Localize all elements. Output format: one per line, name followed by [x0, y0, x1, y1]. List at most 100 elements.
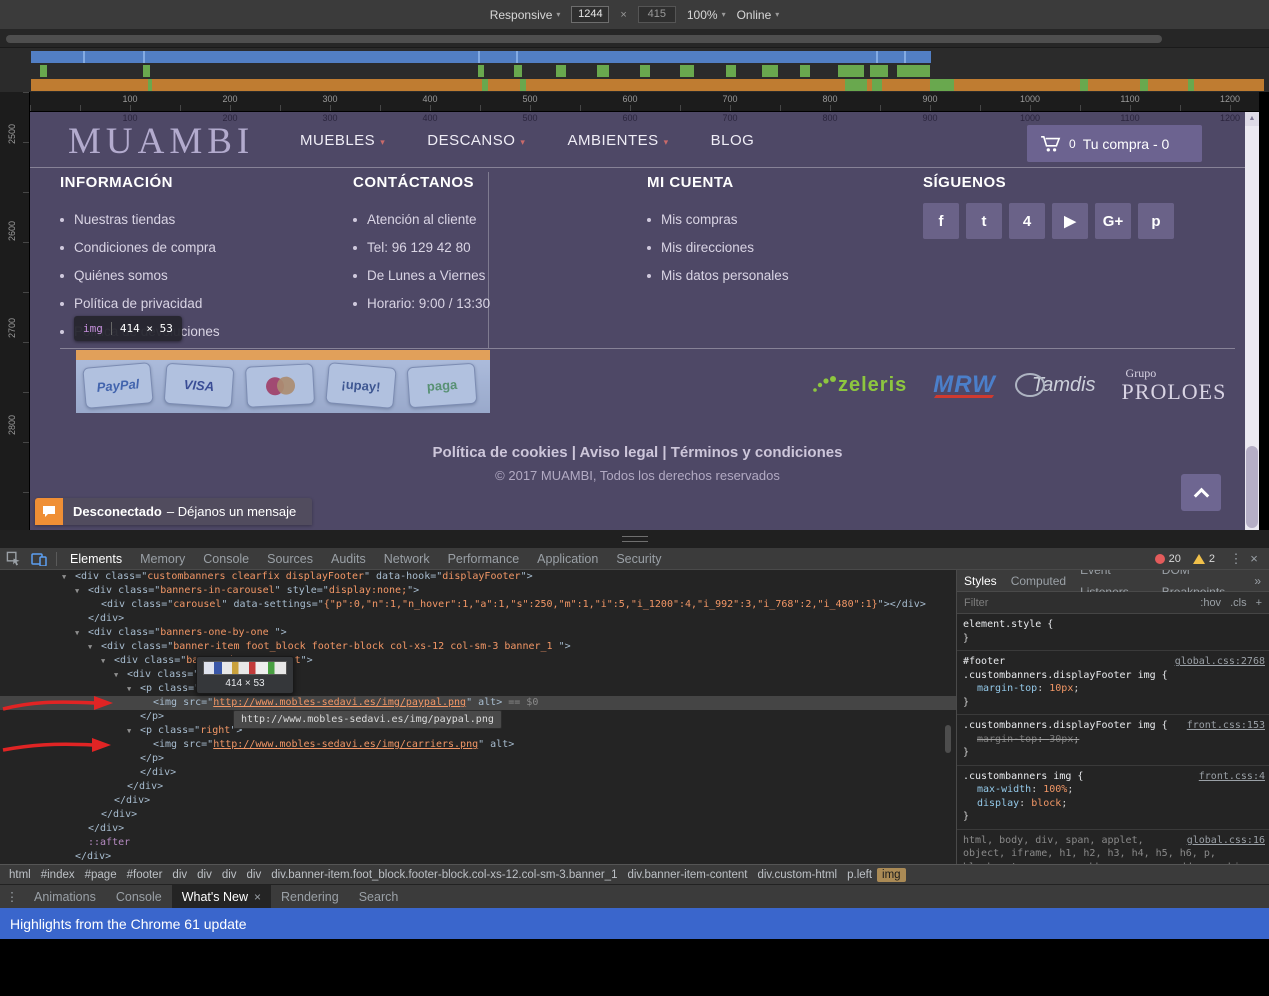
- breadcrumb-item[interactable]: p.left: [842, 868, 877, 882]
- close-icon[interactable]: ×: [254, 885, 261, 909]
- sidebar-tab-computed[interactable]: Computed: [1004, 570, 1073, 592]
- throttle-select[interactable]: Online ▾: [737, 8, 780, 22]
- devtools-tab-audits[interactable]: Audits: [322, 548, 375, 570]
- cart-button[interactable]: 0 Tu compra - 0: [1027, 125, 1202, 162]
- twisty-icon[interactable]: ▼: [62, 570, 75, 584]
- youtube-icon[interactable]: ▶: [1052, 203, 1088, 239]
- pseudo-state-toggle[interactable]: :hov: [1200, 597, 1221, 609]
- footer-link[interactable]: Tel: 96 129 42 80: [353, 240, 490, 255]
- breadcrumb-item[interactable]: div: [242, 868, 267, 882]
- splitter-grip-icon[interactable]: [622, 536, 648, 542]
- new-style-rule-button[interactable]: +: [1256, 597, 1262, 609]
- mq-range-segment[interactable]: [40, 65, 47, 77]
- breadcrumb-item[interactable]: div: [167, 868, 192, 882]
- footer-link[interactable]: Mis compras: [647, 212, 789, 227]
- scroll-to-top-button[interactable]: [1181, 474, 1221, 511]
- class-toggle[interactable]: .cls: [1230, 597, 1247, 609]
- dom-tree-row[interactable]: ▼<div class="custombanners clearfix disp…: [0, 570, 956, 584]
- mq-range-segment[interactable]: [870, 65, 888, 77]
- footer-link[interactable]: De Lunes a Viernes: [353, 268, 490, 283]
- footer-link[interactable]: Condiciones de compra: [60, 240, 220, 255]
- dom-tree-row[interactable]: ▼<div class="banners-one-by-one ">: [0, 626, 956, 640]
- nav-item-muebles[interactable]: MUEBLES▾: [300, 132, 385, 149]
- mq-range-segment[interactable]: [640, 65, 650, 77]
- css-property[interactable]: display: block;: [963, 797, 1265, 811]
- mq-range-segment[interactable]: [597, 65, 609, 77]
- mq-range-segment[interactable]: [556, 65, 566, 77]
- breadcrumb-item[interactable]: #page: [80, 868, 122, 882]
- breadcrumb-item[interactable]: div: [217, 868, 242, 882]
- elements-scrollbar-thumb[interactable]: [945, 725, 951, 753]
- breadcrumb-item[interactable]: html: [4, 868, 36, 882]
- breadcrumb-item[interactable]: div.banner-item.foot_block.footer-block.…: [266, 868, 622, 882]
- devtools-tab-elements[interactable]: Elements: [61, 548, 131, 570]
- foursquare-icon[interactable]: 4: [1009, 203, 1045, 239]
- devtools-tab-network[interactable]: Network: [375, 548, 439, 570]
- dom-tree-row[interactable]: </div>: [0, 808, 956, 822]
- legal-links[interactable]: Política de cookies | Aviso legal | Térm…: [30, 444, 1245, 461]
- scrollbar-up-button[interactable]: ▲: [1245, 112, 1259, 126]
- dom-tree-row[interactable]: </div>: [0, 780, 956, 794]
- site-logo[interactable]: MUAMBI: [68, 120, 254, 163]
- dom-tree-row[interactable]: <img src="http://www.mobles-sedavi.es/im…: [0, 738, 956, 752]
- viewport-height-input[interactable]: 415: [638, 6, 676, 23]
- mq-max-width-bar[interactable]: [31, 51, 931, 63]
- dom-tree-row[interactable]: <img src="http://www.mobles-sedavi.es/im…: [0, 696, 956, 710]
- dom-tree-row[interactable]: </div>: [0, 766, 956, 780]
- css-file-link[interactable]: global.css:16: [1187, 834, 1265, 848]
- mq-range-segment[interactable]: [726, 65, 736, 77]
- mq-range-segment[interactable]: [514, 65, 522, 77]
- style-rule[interactable]: global.css:2768 #footer .custombanners.di…: [957, 651, 1269, 715]
- breadcrumb-item[interactable]: div.banner-item-content: [622, 868, 752, 882]
- drawer-menu-icon[interactable]: ⋮: [0, 889, 24, 904]
- css-file-link[interactable]: front.css:153: [1187, 719, 1265, 733]
- dom-tree-row[interactable]: ::after: [0, 836, 956, 850]
- zoom-select[interactable]: 100% ▾: [687, 8, 726, 22]
- mq-range-segment[interactable]: [800, 65, 810, 77]
- device-toolbar-toggle-icon[interactable]: [26, 548, 52, 570]
- dom-tree-row[interactable]: </div>: [0, 612, 956, 626]
- breadcrumb-item[interactable]: div: [192, 868, 217, 882]
- twisty-icon[interactable]: ▼: [88, 640, 101, 654]
- mq-range-segment[interactable]: [143, 65, 150, 77]
- whats-new-highlight[interactable]: Highlights from the Chrome 61 update: [0, 908, 1269, 939]
- mq-range-segment[interactable]: [478, 65, 484, 77]
- devtools-tab-sources[interactable]: Sources: [258, 548, 322, 570]
- nav-item-blog[interactable]: BLOG: [711, 132, 755, 149]
- twisty-icon[interactable]: ▼: [127, 682, 140, 696]
- footer-link[interactable]: Mis direcciones: [647, 240, 789, 255]
- css-file-link[interactable]: front.css:4: [1199, 770, 1265, 784]
- style-rule[interactable]: element.style {}: [957, 614, 1269, 651]
- more-tabs-icon[interactable]: »: [1246, 574, 1269, 588]
- selector-text[interactable]: #footer .custombanners.displayFooter img: [963, 656, 1156, 681]
- selector-text[interactable]: element.style: [963, 619, 1041, 630]
- dom-tree-row[interactable]: ▼<p class="left">: [0, 682, 956, 696]
- dom-tree-row[interactable]: </p>: [0, 752, 956, 766]
- twisty-icon[interactable]: ▼: [114, 668, 127, 682]
- style-rule[interactable]: global.css:16html, body, div, span, appl…: [957, 830, 1269, 865]
- devtools-tab-performance[interactable]: Performance: [439, 548, 529, 570]
- twisty-icon[interactable]: ▼: [75, 584, 88, 598]
- google-plus-icon[interactable]: G+: [1095, 203, 1131, 239]
- twisty-icon[interactable]: ▼: [75, 626, 88, 640]
- chat-widget[interactable]: Desconectado – Déjanos un mensaje: [35, 498, 312, 525]
- twisty-icon[interactable]: ▼: [101, 654, 114, 668]
- css-file-link[interactable]: global.css:2768: [1175, 655, 1265, 669]
- style-rule[interactable]: front.css:4.custombanners img {max-width…: [957, 766, 1269, 830]
- nav-item-ambientes[interactable]: AMBIENTES▾: [567, 132, 668, 149]
- dom-tree-row[interactable]: ▼<div class="custom-html">: [0, 668, 956, 682]
- devtools-tab-memory[interactable]: Memory: [131, 548, 194, 570]
- breadcrumb-item[interactable]: div.custom-html: [752, 868, 842, 882]
- twitter-icon[interactable]: t: [966, 203, 1002, 239]
- sidebar-tab-styles[interactable]: Styles: [957, 570, 1004, 592]
- page-scrollbar-thumb[interactable]: [1246, 446, 1258, 528]
- footer-link[interactable]: Horario: 9:00 / 13:30: [353, 296, 490, 311]
- mq-range-segment[interactable]: [762, 65, 778, 77]
- nav-item-descanso[interactable]: DESCANSO▾: [427, 132, 525, 149]
- devtools-close-icon[interactable]: ×: [1245, 551, 1263, 566]
- footer-link[interactable]: Quiénes somos: [60, 268, 220, 283]
- drawer-tab-what-s-new[interactable]: What's New×: [172, 885, 271, 909]
- dom-tree-row[interactable]: </div>: [0, 794, 956, 808]
- dom-tree-row[interactable]: ▼<div class="banner-item-content">: [0, 654, 956, 668]
- device-mode-select[interactable]: Responsive ▾: [490, 8, 561, 22]
